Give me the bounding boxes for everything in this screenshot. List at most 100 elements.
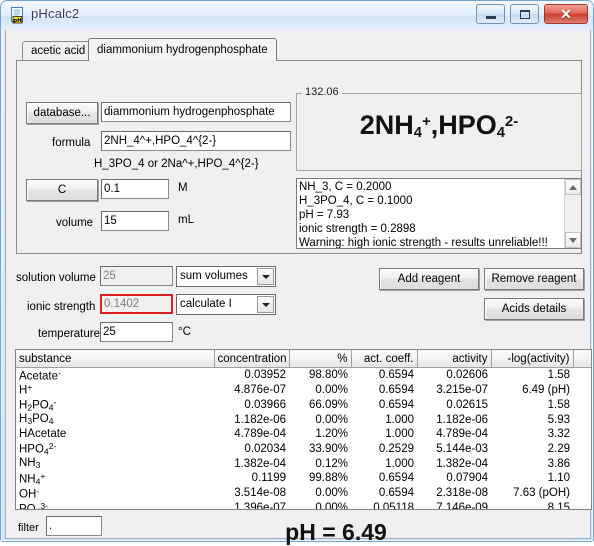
solution-volume-input[interactable]: 25 [100,266,173,286]
species-table[interactable]: substance concentration % act. coeff. ac… [15,349,592,510]
chevron-down-icon-2[interactable] [257,296,274,313]
table-header: substance concentration % act. coeff. ac… [16,350,591,368]
cell-substance: NH4+ [19,470,46,487]
column-substance[interactable]: substance [16,350,215,368]
cell-act-coeff: 0.6594 [378,398,414,411]
cell-activity: 0.02606 [446,369,488,382]
cell-substance: NH3 [19,456,41,471]
cell-spacer [573,397,591,413]
formula-part-4: 4 [496,124,506,141]
table-row[interactable]: OH- 3.514e-08 0.00% 0.6594 2.318e-08 7.63 (pO… [16,486,591,500]
table-row[interactable]: NH4+ 0.1199 99.88% 0.6594 0.07904 1.10 [16,471,591,487]
ionic-strength-mode-select[interactable]: calculate I [176,294,276,315]
maximize-button[interactable] [509,4,539,24]
cell-neglog: 2.29 [547,442,570,455]
cell-act-coeff: 1.000 [385,413,414,426]
acids-details-button[interactable]: Acids details [484,298,584,320]
cell-spacer [573,471,591,487]
substance-name-input[interactable]: diammonium hydrogenphosphate [101,102,291,122]
temperature-label: temperature [38,328,101,340]
remove-reagent-button[interactable]: Remove reagent [484,268,584,290]
table-row[interactable]: PO43- 1.396e-07 0.00% 0.05118 7.146e-09 8.15 [16,501,591,510]
close-button[interactable]: ✕ [544,4,588,24]
cell-percent: 1.20% [315,427,348,440]
minimize-icon [485,16,496,19]
table-row[interactable]: H+ 4.876e-07 0.00% 0.6594 3.215e-07 6.49 (pH) [16,382,591,396]
column-percent[interactable]: % [289,350,352,368]
cell-substance: Acetate- [19,368,61,383]
ionic-strength-mode-value: calculate I [180,298,232,310]
cell-percent: 0.00% [315,413,348,426]
cell-spacer [573,412,591,426]
scroll-down-icon[interactable] [565,232,581,248]
temperature-unit: °C [178,326,191,338]
formula-part-0: 2NH [359,110,414,140]
cell-concentration: 0.02034 [244,442,286,455]
cell-substance: HPO42- [19,440,57,457]
table-row[interactable]: HAcetate 4.789e-04 1.20% 1.000 4.789e-04 3.32 [16,427,591,441]
cell-substance: H+ [19,382,33,397]
cell-neglog: 6.49 (pH) [522,383,570,396]
results-textarea[interactable]: NH_3, C = 0.2000 H_3PO_4, C = 0.1000 pH … [296,178,582,249]
cell-concentration: 4.789e-04 [234,427,286,440]
table-row[interactable]: Acetate- 0.03952 98.80% 0.6594 0.02606 1.58 [16,368,591,383]
cell-neglog: 1.58 [547,369,570,382]
temperature-input[interactable]: 25 [100,322,173,342]
cell-activity: 2.318e-08 [436,487,488,500]
cell-act-coeff: 1.000 [385,427,414,440]
formula-hint: H_3PO_4 or 2Na^+,HPO_4^{2-} [94,158,259,170]
tab-diammonium-hydrogenphosphate[interactable]: diammonium hydrogenphosphate [88,38,277,61]
volume-mode-value: sum volumes [180,270,248,282]
formula-part-5: 2- [505,113,519,130]
cell-act-coeff: 0.6594 [378,472,414,485]
cell-act-coeff: 0.6594 [378,369,414,382]
formula-display-box: 2NH4+,HPO42- [296,93,582,171]
cell-concentration: 1.396e-07 [234,502,286,510]
tab-acetic-acid[interactable]: acetic acid [22,41,95,60]
column-act-coeff[interactable]: act. coeff. [351,350,418,368]
chevron-down-icon[interactable] [257,268,274,285]
results-scrollbar[interactable] [564,179,581,248]
column-concentration[interactable]: concentration [214,350,290,368]
column-neglog-activity[interactable]: -log(activity) [491,350,574,368]
cell-percent: 0.12% [315,457,348,470]
volume-input[interactable]: 15 [101,211,169,231]
formula-part-2: + [422,113,431,130]
cell-spacer [573,501,591,509]
concentration-input[interactable]: 0.1 [101,179,169,199]
cell-activity: 5.144e-03 [436,442,488,455]
cell-activity: 3.215e-07 [436,383,488,396]
volume-mode-select[interactable]: sum volumes [176,266,276,287]
formula-label: formula [52,137,91,149]
ionic-strength-input[interactable]: 0.1402 [100,294,173,314]
cell-activity: 1.182e-06 [436,413,488,426]
table-row[interactable]: HPO42- 0.02034 33.90% 0.2529 5.144e-03 2.29 [16,441,591,457]
cell-activity: 7.146e-09 [436,502,488,510]
column-activity[interactable]: activity [417,350,492,368]
cell-neglog: 7.63 (pOH) [513,487,570,500]
cell-concentration: 1.382e-04 [234,457,286,470]
scroll-up-icon[interactable] [565,179,581,195]
cell-act-coeff: 0.2529 [378,442,414,455]
window-controls: ✕ [474,4,588,25]
add-reagent-button[interactable]: Add reagent [379,268,479,290]
table-row[interactable]: NH3 1.382e-04 0.12% 1.000 1.382e-04 3.86 [16,456,591,470]
title-bar: pH pHcalc2 ✕ [1,1,593,30]
minimize-button[interactable] [475,4,505,24]
concentration-button[interactable]: C [26,179,98,201]
results-text: NH_3, C = 0.2000 H_3PO_4, C = 0.1000 pH … [299,181,548,249]
cell-neglog: 3.32 [547,427,570,440]
cell-substance: H2PO4- [19,396,57,413]
ionic-strength-label: ionic strength [27,301,96,313]
cell-substance: H3PO4 [19,412,54,427]
filter-input[interactable]: . [46,516,102,536]
cell-activity: 1.382e-04 [436,457,488,470]
volume-unit: mL [178,214,194,226]
table-row[interactable]: H3PO4 1.182e-06 0.00% 1.000 1.182e-06 5.93 [16,412,591,426]
cell-spacer [573,382,591,396]
table-row[interactable]: H2PO4- 0.03966 66.09% 0.6594 0.02615 1.58 [16,397,591,413]
cell-concentration: 1.182e-06 [234,413,286,426]
database-button[interactable]: database... [26,102,98,124]
formula-input[interactable]: 2NH_4^+,HPO_4^{2-} [101,131,291,151]
cell-substance: HAcetate [19,427,67,440]
